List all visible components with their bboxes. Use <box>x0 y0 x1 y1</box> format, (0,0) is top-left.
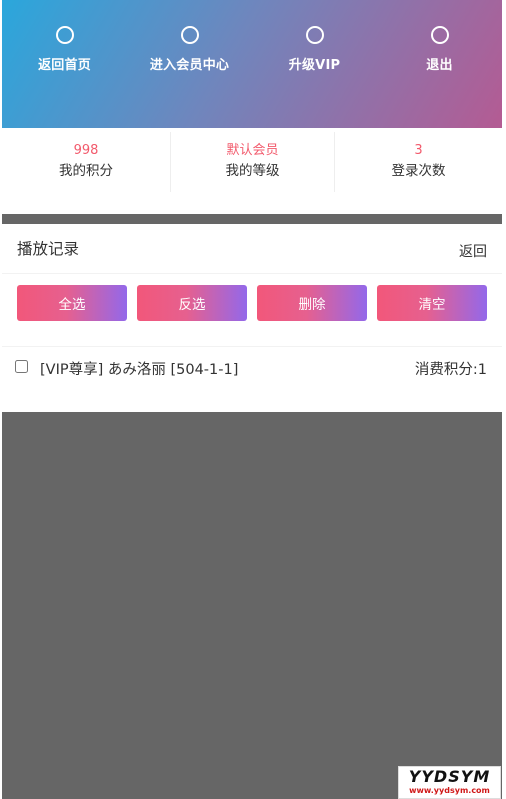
stat-logins-value: 3 <box>414 143 423 158</box>
watermark-url: www.yydsym.com <box>409 786 490 795</box>
circle-icon <box>55 26 74 44</box>
circle-icon <box>430 26 449 44</box>
circle-icon <box>305 26 324 44</box>
record-checkbox[interactable] <box>15 360 28 373</box>
nav-member-center[interactable]: 进入会员中心 <box>127 26 252 86</box>
stat-level: 默认会员 我的等级 <box>171 142 334 194</box>
select-all-button[interactable]: 全选 <box>17 285 127 321</box>
stat-points: 998 我的积分 <box>2 142 170 194</box>
member-header: 返回首页 进入会员中心 升级VIP 退出 <box>2 0 502 128</box>
list-item: [VIP尊享] あみ洛丽 [504-1-1] 消费积分:1 <box>2 348 502 388</box>
divider <box>2 273 502 274</box>
stat-points-label: 我的积分 <box>59 163 113 179</box>
nav-upgrade-vip[interactable]: 升级VIP <box>252 26 377 86</box>
stat-level-label: 我的等级 <box>225 163 280 179</box>
nav-logout[interactable]: 退出 <box>377 26 502 86</box>
stat-logins: 3 登录次数 <box>335 142 502 194</box>
play-history-panel: 播放记录 返回 全选 反选 删除 清空 [VIP尊享] あみ洛丽 [504-1-… <box>2 224 502 412</box>
nav-upgrade-vip-label: 升级VIP <box>288 58 341 73</box>
clear-button[interactable]: 清空 <box>377 285 487 321</box>
stat-points-value: 998 <box>73 143 99 158</box>
page-frame: 返回首页 进入会员中心 升级VIP 退出 998 我的积分 默认会员 我的等级 … <box>2 0 502 799</box>
nav-home[interactable]: 返回首页 <box>2 26 127 86</box>
panel-title: 播放记录 <box>17 240 80 258</box>
watermark-logo-text: YYDSYM <box>408 767 491 786</box>
record-cost: 消费积分:1 <box>414 362 487 378</box>
nav-logout-label: 退出 <box>426 58 453 73</box>
nav-member-center-label: 进入会员中心 <box>149 58 230 73</box>
stat-level-value: 默认会员 <box>226 143 279 158</box>
stat-logins-label: 登录次数 <box>391 163 446 179</box>
member-stats: 998 我的积分 默认会员 我的等级 3 登录次数 <box>2 128 502 214</box>
delete-button[interactable]: 删除 <box>257 285 367 321</box>
circle-icon <box>180 26 199 44</box>
divider <box>2 346 502 347</box>
invert-selection-button[interactable]: 反选 <box>137 285 247 321</box>
record-title[interactable]: [VIP尊享] あみ洛丽 [504-1-1] <box>40 358 238 379</box>
watermark-logo: YYDSYM www.yydsym.com <box>398 766 501 799</box>
nav-home-label: 返回首页 <box>38 58 91 73</box>
back-link[interactable]: 返回 <box>459 241 487 261</box>
